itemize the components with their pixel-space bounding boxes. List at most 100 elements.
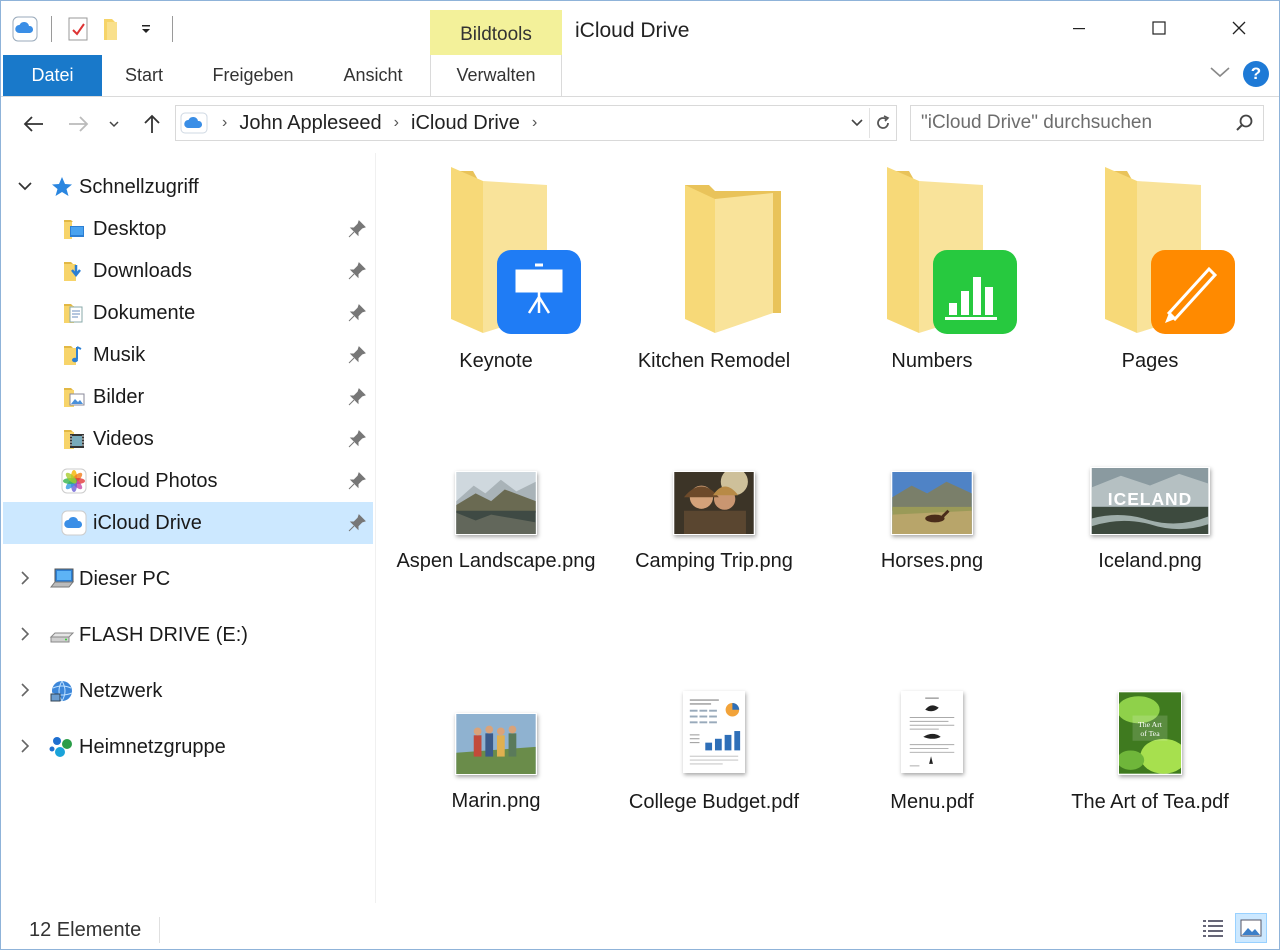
sidebar-item-flash-drive[interactable]: FLASH DRIVE (E:): [3, 614, 373, 656]
music-folder-icon: [61, 342, 87, 368]
sidebar-item-icloud-photos[interactable]: iCloud Photos: [3, 460, 373, 502]
address-history-button[interactable]: [845, 118, 869, 128]
pin-icon: [348, 262, 366, 280]
details-view-button[interactable]: [1197, 913, 1229, 943]
forward-button[interactable]: [61, 108, 95, 140]
iceland-overlay-text: ICELAND: [1108, 489, 1192, 509]
icloud-app-icon[interactable]: [11, 15, 39, 43]
sidebar-item-downloads[interactable]: Downloads: [3, 250, 373, 292]
quick-access-toolbar: [11, 15, 179, 43]
pin-icon: [348, 514, 366, 532]
folder-icon: [605, 163, 823, 338]
file-item-art-of-tea[interactable]: The Art of Tea The Art of Tea.pdf: [1041, 689, 1259, 859]
expand-ribbon-button[interactable]: [1209, 65, 1231, 84]
properties-icon[interactable]: [64, 15, 92, 43]
sidebar-item-bilder[interactable]: Bilder: [3, 376, 373, 418]
picture-tools-context-header: Bildtools: [430, 10, 562, 56]
search-input[interactable]: [921, 110, 1221, 136]
tab-start[interactable]: Start: [103, 55, 185, 96]
sidebar-item-dieser-pc[interactable]: Dieser PC: [3, 558, 373, 600]
sidebar-item-label: FLASH DRIVE (E:): [79, 624, 248, 646]
address-bar[interactable]: › John Appleseed › iCloud Drive ›: [175, 105, 897, 141]
file-name: Horses.png: [880, 550, 984, 572]
breadcrumb-icloud-drive[interactable]: iCloud Drive: [411, 112, 520, 135]
folder-item-numbers[interactable]: Numbers: [823, 163, 1041, 393]
arrow-right-icon: [69, 116, 89, 132]
maximize-button[interactable]: [1119, 1, 1199, 55]
sidebar-item-schnellzugriff[interactable]: Schnellzugriff: [3, 166, 373, 208]
search-box: [910, 105, 1264, 141]
drive-icon: [49, 622, 75, 648]
icloud-icon: [180, 112, 208, 134]
refresh-button[interactable]: [870, 114, 896, 132]
breadcrumb-separator-icon[interactable]: ›: [394, 114, 399, 132]
folder-item-pages[interactable]: Pages: [1041, 163, 1259, 393]
chevron-right-icon: [21, 683, 30, 697]
network-icon: [49, 678, 75, 704]
back-button[interactable]: [17, 108, 51, 140]
tab-ansicht[interactable]: Ansicht: [323, 55, 423, 96]
videos-folder-icon: [61, 426, 87, 452]
file-item-college-budget[interactable]: College Budget.pdf: [605, 689, 823, 859]
computer-icon: [49, 566, 75, 592]
recent-locations-button[interactable]: [99, 108, 129, 140]
close-button[interactable]: [1199, 1, 1279, 55]
sidebar-item-heimnetzgruppe[interactable]: Heimnetzgruppe: [3, 726, 373, 768]
folder-item-kitchen-remodel[interactable]: Kitchen Remodel: [605, 163, 823, 393]
chevron-right-icon: [21, 571, 30, 585]
sidebar-item-netzwerk[interactable]: Netzwerk: [3, 670, 373, 712]
sidebar-item-label: Bilder: [93, 386, 145, 408]
breadcrumb-separator-icon[interactable]: ›: [532, 114, 537, 132]
window-title: iCloud Drive: [575, 19, 690, 42]
folder-item-keynote[interactable]: Keynote: [387, 163, 605, 393]
breadcrumb-separator-icon[interactable]: ›: [222, 114, 227, 132]
tab-verwalten[interactable]: Verwalten: [430, 55, 562, 96]
image-thumbnail: [387, 713, 605, 775]
file-item-iceland[interactable]: ICELAND Iceland.png: [1041, 463, 1259, 613]
ribbon-right-controls: ?: [1209, 61, 1269, 87]
new-folder-icon[interactable]: [98, 15, 126, 43]
file-item-menu[interactable]: Menu.pdf: [823, 689, 1041, 859]
file-item-camping-trip[interactable]: Camping Trip.png: [605, 463, 823, 613]
file-item-marin[interactable]: Marin.png: [387, 703, 605, 853]
pin-icon: [348, 346, 366, 364]
search-icon[interactable]: [1235, 113, 1255, 138]
file-item-horses[interactable]: Horses.png: [823, 463, 1041, 613]
icloud-icon: [61, 510, 87, 536]
sidebar-item-label: Desktop: [93, 218, 167, 240]
sidebar-item-musik[interactable]: Musik: [3, 334, 373, 376]
sidebar-item-label: Dokumente: [93, 302, 196, 324]
arrow-left-icon: [23, 116, 43, 132]
pdf-thumbnail: [823, 691, 1041, 773]
pin-icon: [348, 472, 366, 490]
pdf-thumbnail: The Art of Tea: [1041, 691, 1259, 775]
file-name: Iceland.png: [1098, 550, 1202, 572]
title-bar: Bildtools iCloud Drive: [1, 1, 1279, 56]
help-button[interactable]: ?: [1243, 61, 1269, 87]
sidebar-item-desktop[interactable]: Desktop: [3, 208, 373, 250]
breadcrumb-john-appleseed[interactable]: John Appleseed: [239, 112, 381, 135]
tea-overlay-text-2: of Tea: [1140, 729, 1160, 738]
star-icon: [49, 174, 75, 200]
chevron-down-icon: [1210, 66, 1230, 77]
sidebar-item-label: Videos: [93, 428, 154, 450]
customize-qat-dropdown-icon[interactable]: [132, 15, 160, 43]
file-name: Aspen Landscape.png: [396, 550, 596, 572]
file-item-aspen-landscape[interactable]: Aspen Landscape.png: [387, 463, 605, 613]
navigation-pane: Schnellzugriff Desktop Downloads Dokumen…: [1, 153, 376, 903]
minimize-icon: [1073, 28, 1085, 30]
status-bar: 12 Elemente: [1, 905, 1279, 949]
sidebar-item-label: iCloud Photos: [93, 470, 218, 492]
sidebar-item-videos[interactable]: Videos: [3, 418, 373, 460]
photos-icon: [61, 468, 87, 494]
tab-datei[interactable]: Datei: [3, 55, 102, 96]
minimize-button[interactable]: [1039, 1, 1119, 55]
keynote-folder-icon: [387, 163, 605, 338]
downloads-folder-icon: [61, 258, 87, 284]
up-button[interactable]: [135, 108, 169, 140]
sidebar-item-icloud-drive[interactable]: iCloud Drive: [3, 502, 373, 544]
sidebar-item-dokumente[interactable]: Dokumente: [3, 292, 373, 334]
tab-freigeben[interactable]: Freigeben: [193, 55, 313, 96]
close-icon: [1232, 21, 1246, 35]
large-icons-view-button[interactable]: [1235, 913, 1267, 943]
